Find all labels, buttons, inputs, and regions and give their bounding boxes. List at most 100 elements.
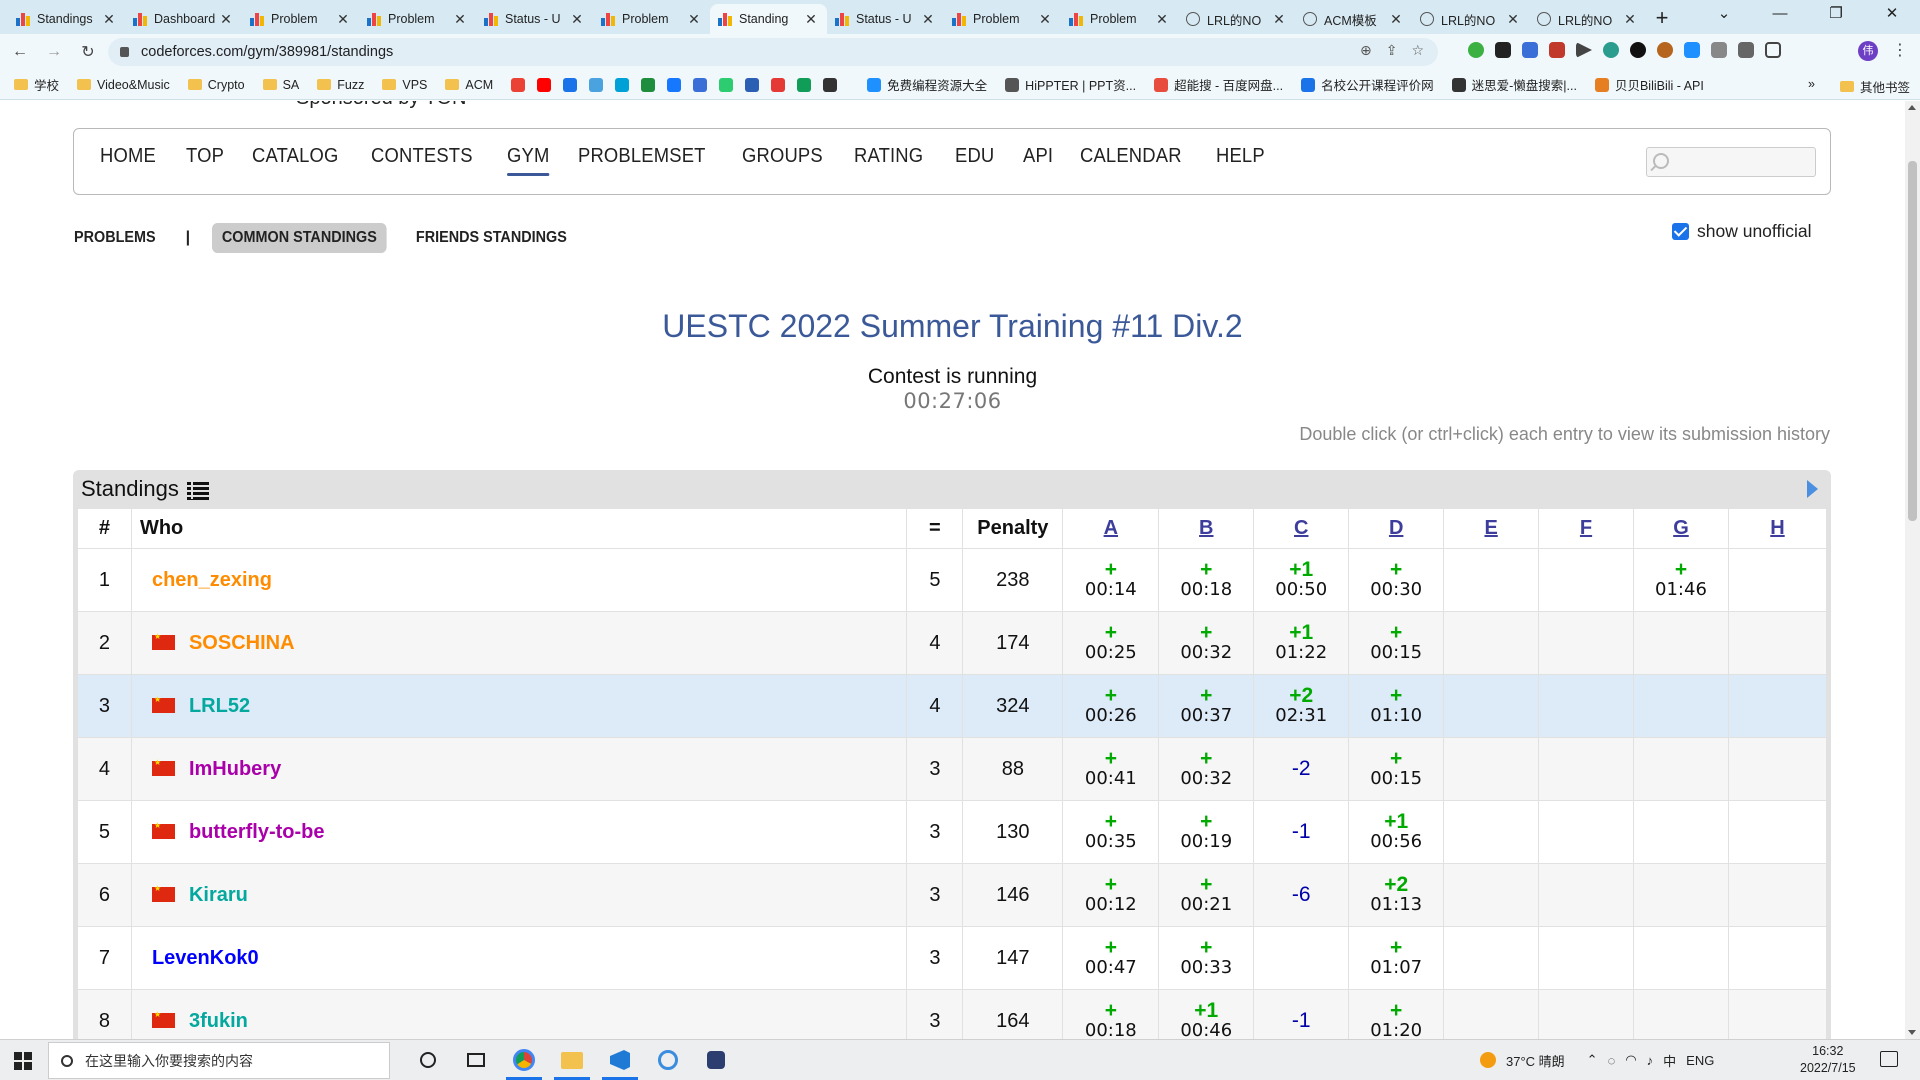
participant-handle-link[interactable]: LRL52 [189,695,250,717]
problem-result-cell[interactable] [1443,737,1540,801]
problem-result-cell[interactable] [1538,863,1634,927]
table-row[interactable]: 6Kiraru3146+00:12+00:21-6+201:13 [77,863,1828,927]
close-icon[interactable]: ✕ [218,11,234,28]
participant-handle-link[interactable]: chen_zexing [152,569,272,591]
problem-result-cell[interactable]: +00:19 [1158,800,1255,864]
more-bookmarks-button[interactable]: » [1808,77,1815,91]
problem-result-cell[interactable] [1443,800,1540,864]
problem-result-cell[interactable]: +00:32 [1158,737,1255,801]
weather-icon[interactable] [1480,1052,1496,1068]
lock-icon[interactable] [120,47,129,57]
bookmark-site-icon[interactable] [537,77,552,92]
extension-icon[interactable] [1630,42,1646,58]
extension-icon[interactable] [1684,42,1700,58]
table-row[interactable]: 3LRL524324+00:26+00:37+202:31+01:10 [77,674,1828,738]
problem-result-cell[interactable]: +00:47 [1062,926,1160,990]
bookmark-site-icon[interactable] [615,77,630,92]
menu-item-rating[interactable]: RATING [854,145,923,168]
problem-result-cell[interactable] [1633,674,1729,738]
menu-item-contests[interactable]: CONTESTS [371,145,473,168]
browser-tab[interactable]: LRL的NO ✕ [1178,4,1295,34]
problem-column-header-a[interactable]: A [1062,508,1160,549]
problem-column-header-c[interactable]: C [1253,508,1350,549]
extension-icon[interactable] [1522,42,1538,58]
table-row[interactable]: 7 LevenKok0 3 147 +00:47 +00:33 +01:07 [77,926,1828,990]
side-panel-icon[interactable] [1765,42,1781,58]
menu-item-api[interactable]: API [1023,145,1053,168]
problem-column-header-g[interactable]: G [1633,508,1729,549]
close-window-button[interactable]: ✕ [1864,0,1920,30]
problem-result-cell[interactable]: +1 00:46 [1158,989,1255,1039]
bookmark-item[interactable]: VPS [382,78,427,92]
task-view-icon[interactable] [452,1040,500,1080]
problem-result-cell[interactable] [1538,737,1634,801]
close-icon[interactable]: ✕ [569,11,585,28]
browser-tab[interactable]: Problem ✕ [242,4,359,34]
menu-item-problemset[interactable]: PROBLEMSET [578,145,706,168]
close-icon[interactable]: ✕ [1037,11,1053,28]
vscode-icon[interactable] [596,1040,644,1080]
weather-text[interactable]: 37°C 晴朗 [1506,1051,1565,1070]
bookmark-item[interactable]: 贝贝BiliBili - API [1594,75,1704,94]
problem-result-cell[interactable]: +00:37 [1158,674,1255,738]
problem-result-cell[interactable]: +00:12 [1062,863,1160,927]
bookmark-item[interactable]: Crypto [187,78,245,92]
participant-handle-link[interactable]: butterfly-to-be [189,821,325,843]
problem-result-cell[interactable] [1538,674,1634,738]
maximize-button[interactable]: ❐ [1808,0,1864,30]
extension-icon[interactable] [1468,42,1484,58]
problem-result-cell[interactable]: +00:26 [1062,674,1160,738]
site-search-input[interactable] [1646,147,1816,177]
participant-handle-link[interactable]: LevenKok0 [152,947,259,969]
problem-result-cell[interactable]: +2 01:13 [1348,863,1445,927]
bookmark-site-icon[interactable] [797,77,812,92]
problem-result-cell[interactable] [1443,863,1540,927]
reload-button[interactable]: ↻ [74,42,102,62]
bookmark-item[interactable]: 超能搜 - 百度网盘... [1154,75,1283,94]
problem-result-cell[interactable]: +2 02:31 [1253,674,1350,738]
problem-result-cell[interactable]: +01:07 [1348,926,1445,990]
bookmark-item[interactable]: HiPPTER | PPT资... [1005,75,1136,94]
tray-expand-icon[interactable]: ⌃ [1587,1052,1598,1068]
app-icon[interactable] [692,1040,740,1080]
problem-result-cell[interactable]: +01:20 [1348,989,1445,1039]
problem-result-cell[interactable]: -1 [1253,800,1350,864]
problem-result-cell[interactable]: +00:14 [1062,548,1160,612]
problem-result-cell[interactable] [1727,548,1828,612]
participant-handle-link[interactable]: SOSCHINA [189,632,295,654]
extension-icon[interactable] [1549,42,1565,58]
bookmark-site-icon[interactable] [641,77,656,92]
show-unofficial-checkbox[interactable] [1672,223,1689,240]
puzzle-icon[interactable] [1738,42,1754,58]
problem-result-cell[interactable] [1727,926,1828,990]
extension-icon[interactable] [1711,42,1727,58]
browser-tab[interactable]: Standing ✕ [710,4,827,34]
menu-item-catalog[interactable]: CATALOG [252,145,338,168]
menu-item-edu[interactable]: EDU [955,145,994,168]
bookmark-site-icon[interactable] [563,77,578,92]
list-icon[interactable] [186,480,209,500]
problem-result-cell[interactable] [1443,548,1540,612]
windows-start-icon[interactable] [14,1052,32,1070]
contest-title[interactable]: UESTC 2022 Summer Training #11 Div.2 [0,308,1905,345]
browser-tab[interactable]: Status - U ✕ [827,4,944,34]
problem-column-header-f[interactable]: F [1538,508,1634,549]
close-icon[interactable]: ✕ [1505,11,1521,28]
bookmark-item[interactable]: Video&Music [77,78,170,92]
browser-tab[interactable]: LRL的NO ✕ [1412,4,1529,34]
browser-tab[interactable]: Status - U ✕ [476,4,593,34]
wifi-icon[interactable]: ◠ [1625,1052,1636,1068]
taskbar-search-input[interactable]: 在这里输入你要搜索的内容 [48,1042,390,1079]
problem-result-cell[interactable] [1727,989,1828,1039]
problem-result-cell[interactable]: +01:46 [1633,548,1729,612]
problem-result-cell[interactable] [1443,989,1540,1039]
bookmark-site-icon[interactable] [745,77,760,92]
problem-result-cell[interactable] [1443,611,1540,675]
browser-tab[interactable]: Problem ✕ [593,4,710,34]
browser-tab[interactable]: Standings ✕ [8,4,125,34]
problem-result-cell[interactable] [1538,926,1634,990]
extension-icon[interactable] [1495,42,1511,58]
problem-result-cell[interactable]: +00:30 [1348,548,1445,612]
problem-result-cell[interactable]: +1 00:56 [1348,800,1445,864]
menu-item-gym[interactable]: GYM [506,145,550,176]
